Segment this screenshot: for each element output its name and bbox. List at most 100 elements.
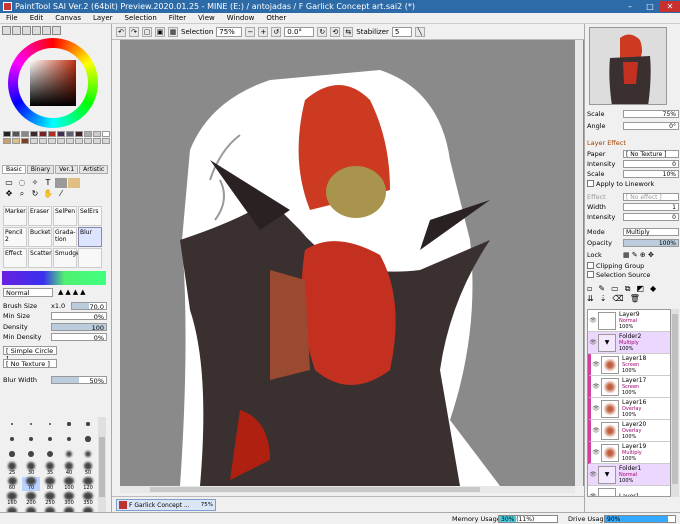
visibility-eye-icon[interactable]: 👁 (588, 487, 598, 496)
layer-scrollbar[interactable] (671, 309, 679, 497)
eyedropper-icon[interactable]: ⁄ (55, 189, 67, 199)
nav-scale-field[interactable]: 75% (623, 109, 679, 118)
color-secondary-icon[interactable] (68, 178, 80, 188)
line-tool-icon[interactable]: ╲ (414, 26, 425, 37)
brush-texture-select[interactable]: [ No Texture ] (3, 359, 57, 368)
min-density-slider[interactable]: 0% (51, 332, 107, 342)
brush-shape-select[interactable]: [ Simple Circle ] (3, 346, 57, 363)
tab-basic[interactable]: Basic (2, 165, 26, 174)
brush-size-preset[interactable] (3, 447, 21, 461)
rect-select-icon[interactable]: ▭ (3, 178, 15, 188)
swatch[interactable] (30, 131, 38, 137)
swatch[interactable] (102, 131, 110, 137)
visibility-eye-icon[interactable]: 👁 (591, 421, 601, 441)
menu-layer[interactable]: Layer (87, 14, 119, 22)
brush-size-preset[interactable]: 100 (60, 477, 78, 491)
brush-size-preset[interactable]: 50 (79, 462, 97, 476)
brush-size-preset[interactable]: 80 (41, 477, 59, 491)
canvas-horizontal-scrollbar[interactable] (120, 486, 575, 493)
transparent-color-icon[interactable] (68, 189, 80, 199)
swatch[interactable] (84, 138, 92, 144)
brush-size-preset[interactable]: 60 (3, 477, 21, 491)
brush-scatter[interactable]: Scatter (28, 248, 52, 268)
zoom-field[interactable]: 75% (216, 26, 243, 37)
preset-scrollbar[interactable] (98, 417, 106, 522)
layer-row[interactable]: 👁 Layer17 Screen 100% (588, 376, 670, 398)
density-param[interactable]: Density 100 (3, 322, 107, 332)
menu-selection[interactable]: Selection (119, 14, 163, 22)
color-wheel[interactable] (8, 38, 98, 128)
navigator-thumbnail[interactable] (589, 27, 667, 105)
brush-size-param[interactable]: Brush Size x1.0 70.0 (3, 301, 107, 311)
layer-folder-row[interactable]: 👁 ▼ Folder2 Multiply 100% (588, 332, 670, 354)
lasso-icon[interactable]: ◌ (16, 178, 28, 188)
invert-selection-icon[interactable]: ▣ (155, 26, 165, 37)
flip-horizontal-icon[interactable]: ⇆ (343, 26, 354, 37)
swatch[interactable] (21, 131, 29, 137)
opacity-slider[interactable]: 100% (623, 238, 679, 247)
visibility-eye-icon[interactable]: 👁 (591, 399, 601, 419)
swatch[interactable] (57, 131, 65, 137)
selection-source-row[interactable]: Selection Source (587, 270, 679, 279)
effect-width-field[interactable]: 1 (623, 202, 679, 211)
zoom-icon[interactable]: ⌕ (16, 189, 28, 199)
brush-smudge[interactable]: Smudge (53, 248, 80, 268)
brush-size-preset[interactable] (3, 432, 21, 446)
swatch[interactable] (48, 138, 56, 144)
swatch[interactable] (39, 138, 47, 144)
layer-row[interactable]: 👁 Layer1 (588, 486, 670, 496)
layer-row[interactable]: 👁 Layer18 Screen 100% (588, 354, 670, 376)
effect-select[interactable]: [ No effect ] (623, 192, 679, 201)
swatch[interactable] (3, 131, 11, 137)
min-size-slider[interactable]: 0% (51, 311, 107, 321)
apply-linework-checkbox[interactable] (587, 180, 594, 187)
tab-binary[interactable]: Binary (26, 165, 55, 174)
layer-row[interactable]: 👁 Layer20 Overlay 100% (588, 420, 670, 442)
layer-row[interactable]: 👁 Layer9 Normal 100% (588, 310, 670, 332)
min-size-param[interactable]: Min Size 0% (3, 311, 107, 321)
color-wheel-mode-icon[interactable] (2, 26, 11, 35)
brush-size-preset[interactable]: 350 (79, 492, 97, 506)
show-selection-icon[interactable]: ▦ (168, 26, 178, 37)
apply-linework-row[interactable]: Apply to Linework (587, 179, 679, 188)
layer-row[interactable]: 👁 Layer19 Multiply 100% (588, 442, 670, 464)
swatch[interactable] (66, 131, 74, 137)
scratchpad-mode-icon[interactable] (52, 26, 61, 35)
clipping-group-row[interactable]: Clipping Group (587, 261, 679, 270)
brush-size-mult[interactable]: x1.0 (51, 302, 71, 310)
swatch[interactable] (102, 138, 110, 144)
tip-flat-icon[interactable]: ▲ (58, 288, 63, 296)
brush-size-preset[interactable]: 250 (41, 492, 59, 506)
deselect-icon[interactable]: ▢ (142, 26, 152, 37)
visibility-eye-icon[interactable]: 👁 (591, 443, 601, 463)
undo-icon[interactable]: ↶ (116, 26, 126, 37)
nav-angle-field[interactable]: 0° (623, 121, 679, 130)
menu-canvas[interactable]: Canvas (49, 14, 87, 22)
visibility-eye-icon[interactable]: 👁 (588, 311, 598, 331)
color-primary-icon[interactable] (55, 178, 67, 188)
brush-size-preset[interactable] (79, 432, 97, 446)
clear-layer-icon[interactable]: ⌫ (612, 294, 623, 303)
effect-intensity-field[interactable]: 0 (623, 212, 679, 221)
brush-size-preset[interactable]: 70 (22, 477, 40, 491)
visibility-eye-icon[interactable]: 👁 (588, 333, 598, 353)
brush-size-preset[interactable] (60, 447, 78, 461)
rotate-right-icon[interactable]: ↻ (317, 26, 328, 37)
brush-size-preset[interactable]: 120 (79, 477, 97, 491)
rotate-left-icon[interactable]: ↺ (271, 26, 282, 37)
tip-soft-icon[interactable]: ▲ (80, 288, 85, 296)
brush-size-preset[interactable] (41, 432, 59, 446)
brush-size-preset[interactable]: 35 (41, 462, 59, 476)
canvas-area[interactable] (120, 40, 584, 486)
swatch[interactable] (21, 138, 29, 144)
brush-size-preset[interactable]: 300 (60, 492, 78, 506)
redo-icon[interactable]: ↷ (129, 26, 139, 37)
brush-blur[interactable]: Blur (78, 227, 102, 247)
rotate-icon[interactable]: ↻ (29, 189, 41, 199)
menu-other[interactable]: Other (260, 14, 292, 22)
document-tab[interactable]: F Garlick Concept ... 75% (116, 499, 216, 511)
brush-size-preset[interactable] (79, 417, 97, 431)
copy-layer-icon[interactable]: ⧉ (625, 284, 631, 294)
brush-size-preset[interactable] (41, 447, 59, 461)
brush-size-preset[interactable] (41, 417, 59, 431)
